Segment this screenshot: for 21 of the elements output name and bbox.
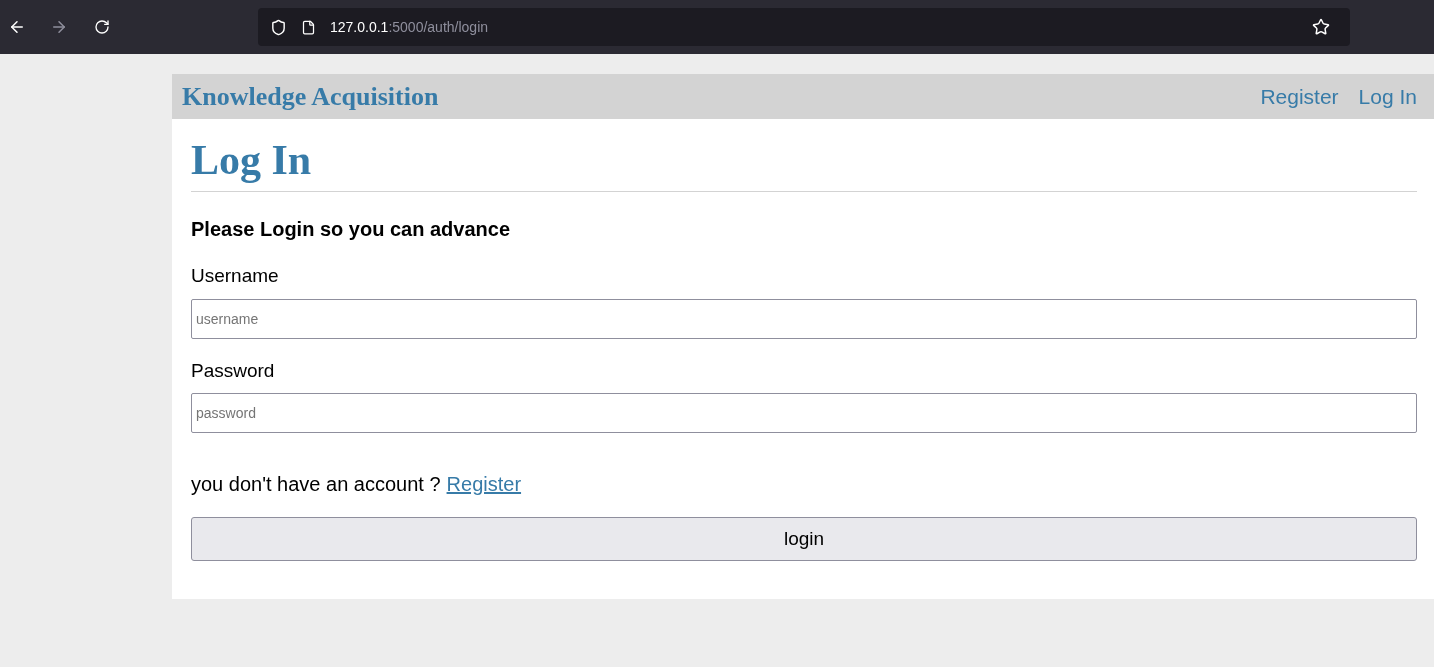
brand-title: Knowledge Acquisition (182, 81, 439, 113)
forward-icon[interactable] (50, 18, 68, 36)
nav-link[interactable]: Register (1260, 80, 1339, 113)
reload-icon[interactable] (94, 19, 110, 35)
field-label: Username (191, 264, 279, 288)
field-label: Password (191, 358, 275, 383)
login-button[interactable]: login (191, 517, 1417, 561)
address-bar[interactable]: 127.0.0.1:5000/auth/login (258, 8, 1350, 46)
input-field[interactable]: username (191, 298, 1417, 339)
bookmark-star-icon[interactable] (1312, 18, 1330, 36)
page-icon (301, 19, 316, 35)
url-path: :5000/auth/login (388, 17, 489, 37)
shield-icon[interactable] (270, 18, 287, 36)
nav-link[interactable]: Log In (1358, 80, 1417, 113)
page-title: Log In (191, 139, 1417, 192)
register-prompt: you don't have an account ? (191, 472, 441, 497)
register-link[interactable]: Register (446, 469, 522, 499)
form-heading: Please Login so you can advance (191, 217, 511, 242)
url-host: 127.0.0.1 (330, 17, 389, 37)
back-icon[interactable] (8, 18, 26, 36)
input-field[interactable]: password (191, 393, 1417, 433)
